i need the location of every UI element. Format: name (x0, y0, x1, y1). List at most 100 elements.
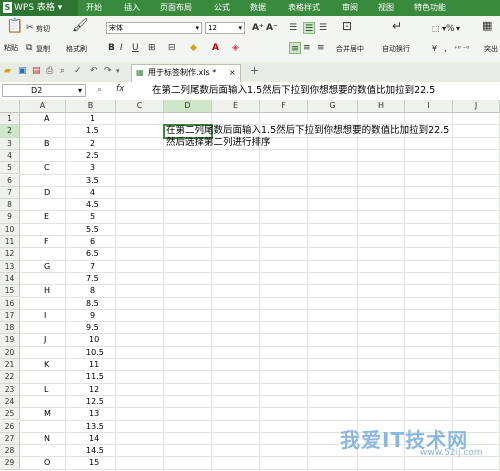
select-all-corner[interactable] (0, 100, 20, 113)
column-header-i[interactable]: I (405, 100, 453, 113)
row-header[interactable]: 24 (0, 395, 20, 409)
open-folder-icon[interactable]: ▰ (4, 66, 11, 77)
cell-a[interactable]: N (44, 433, 50, 445)
wrap-text-icon[interactable]: ↵ (392, 20, 402, 32)
menu-item-table-style[interactable]: 表格样式 (288, 0, 320, 16)
print-preview-icon[interactable]: ⌕ (60, 66, 65, 77)
cut-icon[interactable]: ✂ (26, 22, 34, 34)
row-header[interactable]: 13 (0, 260, 20, 273)
cell-b[interactable]: 12.5 (86, 396, 104, 408)
column-header-j[interactable]: J (453, 100, 500, 113)
cell-b[interactable]: 8.5 (86, 298, 99, 310)
align-left-icon[interactable]: ≡ (289, 42, 301, 54)
row-header[interactable]: 23 (0, 383, 20, 396)
row-header[interactable]: 10 (0, 223, 20, 236)
cell-a[interactable]: O (44, 457, 50, 469)
cell-b[interactable]: 9 (90, 310, 95, 322)
column-header-c[interactable]: C (116, 100, 164, 113)
insert-function-icon[interactable]: fx (116, 84, 125, 94)
merge-center-button[interactable]: 合并居中 (336, 44, 364, 54)
row-header[interactable]: 22 (0, 371, 20, 384)
currency-button[interactable]: ¥ (432, 44, 437, 54)
cell-b[interactable]: 5 (90, 211, 95, 223)
fill-color-icon[interactable]: ◆ (190, 42, 197, 54)
row-header[interactable]: 27 (0, 432, 20, 446)
percent-dropdown-icon[interactable]: ▾ (456, 24, 460, 34)
cell-b[interactable]: 11 (89, 359, 99, 371)
row-header[interactable]: 9 (0, 211, 20, 224)
quick-access-dropdown-icon[interactable]: ▾ (116, 66, 120, 77)
cell-a[interactable]: E (44, 211, 49, 223)
cell-a[interactable]: J (44, 334, 46, 346)
percent-button[interactable]: % (446, 24, 455, 34)
increase-font-icon[interactable]: A⁺ (252, 22, 264, 34)
cell-a[interactable]: G (44, 261, 50, 273)
cell-b[interactable]: 14 (89, 433, 99, 445)
cell-b[interactable]: 4.5 (86, 199, 99, 211)
row-header[interactable]: 4 (0, 149, 20, 163)
align-top-icon[interactable]: ☰ (289, 22, 297, 34)
bold-icon[interactable]: B (108, 42, 115, 54)
menu-item-view[interactable]: 视图 (378, 0, 394, 16)
clear-format-icon[interactable]: ◈ (232, 42, 239, 54)
cell-b[interactable]: 2 (90, 138, 95, 150)
row-header[interactable]: 17 (0, 309, 20, 323)
font-name-select[interactable]: 宋体 ▾ (106, 22, 202, 34)
menu-item-page-layout[interactable]: 页面布局 (160, 0, 192, 16)
cell-a[interactable]: I (44, 310, 46, 322)
export-pdf-icon[interactable]: ▤ (32, 66, 41, 77)
cell-a[interactable]: M (44, 408, 51, 420)
cell-b[interactable]: 6 (90, 236, 95, 248)
spell-check-icon[interactable]: ✓ (74, 66, 82, 77)
wps-logo[interactable]: S WPS 表格 ▾ (0, 0, 78, 16)
format-painter-icon[interactable]: 🖌 (72, 19, 89, 32)
cell-b[interactable]: 8 (90, 285, 95, 297)
undo-icon[interactable]: ↶ (90, 66, 98, 77)
format-painter-button[interactable]: 格式刷 (66, 44, 87, 54)
column-header-h[interactable]: H (358, 100, 405, 113)
column-header-b[interactable]: B (66, 100, 116, 113)
menu-item-formula[interactable]: 公式 (214, 0, 230, 16)
column-header-g[interactable]: G (308, 100, 358, 113)
auto-wrap-button[interactable]: 自动换行 (382, 44, 410, 54)
merge-center-icon[interactable]: ⊡ (342, 20, 352, 32)
save-icon[interactable]: ▣ (18, 66, 27, 77)
row-header[interactable]: 11 (0, 236, 20, 249)
row-header[interactable]: 16 (0, 297, 20, 310)
font-size-select[interactable]: 12 ▾ (205, 22, 245, 34)
row-header[interactable]: 19 (0, 334, 20, 347)
row-header[interactable]: 14 (0, 272, 20, 286)
row-header[interactable]: 20 (0, 346, 20, 359)
copy-icon[interactable]: ⧉ (26, 42, 32, 54)
close-tab-icon[interactable]: × (229, 65, 236, 81)
highlight-button[interactable]: 突出 (484, 44, 498, 54)
search-icon[interactable]: ⌕ (97, 85, 102, 95)
number-format-select[interactable]: ⬚ ▾ (432, 24, 446, 34)
cell-b[interactable]: 2.5 (86, 150, 99, 162)
cell-b[interactable]: 3.5 (86, 175, 99, 187)
row-header[interactable]: 21 (0, 359, 20, 372)
cell-b[interactable]: 10 (89, 334, 99, 346)
menu-item-insert[interactable]: 插入 (124, 0, 140, 16)
row-header[interactable]: 1 (0, 113, 20, 126)
column-header-f[interactable]: F (260, 100, 308, 113)
print-icon[interactable]: ⎙ (46, 66, 53, 77)
name-box[interactable]: D2 ▾ (2, 84, 86, 97)
menu-item-special[interactable]: 特色功能 (414, 0, 446, 16)
conditional-format-icon[interactable]: ▦ (482, 20, 492, 32)
comma-button[interactable]: , (444, 44, 447, 54)
menu-item-home[interactable]: 开始 (86, 0, 102, 16)
italic-icon[interactable]: I (120, 42, 123, 54)
cell-b[interactable]: 14.5 (86, 445, 104, 457)
row-header[interactable]: 12 (0, 248, 20, 261)
align-middle-icon[interactable]: ☰ (303, 22, 315, 34)
menu-item-review[interactable]: 审阅 (342, 0, 358, 16)
font-color-icon[interactable]: A (212, 42, 219, 54)
paste-icon[interactable]: 📋 (6, 19, 23, 33)
border-icon[interactable]: ⊞ (148, 42, 156, 54)
new-tab-icon[interactable]: + (250, 65, 259, 76)
cell-b[interactable]: 7.5 (86, 273, 99, 285)
formula-input[interactable]: 在第二列尾数后面输入1.5然后下拉到你想想要的数值比加拉到22.5 (152, 83, 435, 98)
cell-a[interactable]: B (44, 138, 50, 150)
row-header[interactable]: 25 (0, 408, 20, 421)
